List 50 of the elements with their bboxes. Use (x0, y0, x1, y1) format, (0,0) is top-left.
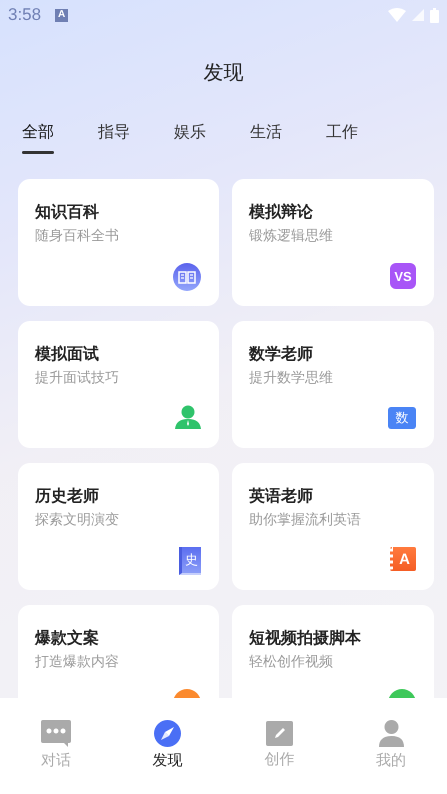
assistant-card[interactable]: 知识百科 随身百科全书 (18, 179, 219, 306)
category-tab[interactable]: 全部 (22, 114, 54, 154)
edit-icon (266, 720, 293, 746)
assistant-card[interactable]: 数学老师 提升数学思维 数 (232, 321, 434, 448)
nav-label: 我的 (376, 751, 406, 770)
person-icon (175, 405, 201, 429)
folder-icon: 数 (388, 407, 416, 429)
nav-label: 创作 (264, 750, 294, 769)
card-subtitle: 助你掌握流利英语 (249, 511, 362, 529)
assistant-card[interactable]: 英语老师 助你掌握流利英语 A (232, 463, 434, 590)
card-subtitle: 探索文明演变 (35, 511, 120, 529)
battery-icon (430, 8, 439, 22)
wifi-icon (388, 8, 406, 22)
assistant-card[interactable]: 模拟辩论 锻炼逻辑思维 VS (232, 179, 434, 306)
notebook-icon: A (390, 547, 416, 571)
assistant-card[interactable]: 短视频拍摄脚本 轻松创作视频 (232, 605, 434, 698)
card-subtitle: 提升面试技巧 (35, 369, 120, 387)
card-subtitle: 轻松创作视频 (249, 653, 334, 671)
page-title: 发现 (204, 58, 244, 86)
vs-icon: VS (390, 263, 416, 289)
nav-item[interactable]: 发现 (112, 698, 224, 794)
card-title: 数学老师 (249, 344, 314, 365)
category-tab[interactable]: 指导 (98, 114, 130, 154)
card-subtitle: 提升数学思维 (249, 369, 334, 387)
card-subtitle: 打造爆款内容 (35, 653, 120, 671)
card-title: 知识百科 (35, 202, 100, 223)
status-time: 3:58 (8, 5, 42, 25)
signal-icon (412, 9, 424, 21)
assistant-card[interactable]: 模拟面试 提升面试技巧 (18, 321, 219, 448)
book-icon: 史 (179, 547, 201, 575)
nav-label: 对话 (40, 751, 71, 770)
card-title: 历史老师 (35, 486, 100, 507)
card-subtitle: 锻炼逻辑思维 (249, 227, 334, 245)
card-title: 模拟辩论 (249, 202, 314, 223)
card-title: 英语老师 (249, 486, 314, 507)
card-title: 模拟面试 (35, 344, 100, 365)
category-tab[interactable]: 娱乐 (174, 114, 206, 154)
category-tab[interactable]: 工作 (326, 114, 358, 154)
book-icon (173, 263, 201, 291)
notification-icon: A (55, 8, 68, 22)
compass-icon (154, 720, 182, 747)
chat-icon (40, 720, 71, 747)
user-icon (378, 720, 404, 747)
category-tab[interactable]: 生活 (250, 114, 282, 154)
assistant-card[interactable]: 历史老师 探索文明演变 史 (18, 463, 219, 590)
card-title: 爆款文案 (35, 628, 100, 649)
assistant-card[interactable]: 爆款文案 打造爆款内容 (18, 605, 219, 698)
card-subtitle: 随身百科全书 (35, 227, 120, 245)
card-title: 短视频拍摄脚本 (249, 628, 362, 649)
nav-label: 发现 (152, 751, 183, 770)
